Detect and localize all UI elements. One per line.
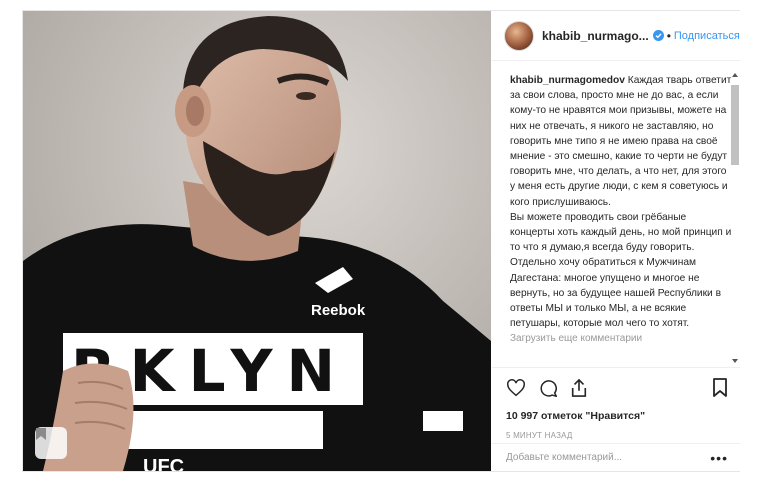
post-side-panel: khabib_nurmago... • Подписаться khabib_n… <box>492 11 740 471</box>
follow-button[interactable]: Подписаться <box>674 30 740 42</box>
heart-icon <box>507 379 525 397</box>
scroll-up-arrow-icon[interactable] <box>732 73 738 77</box>
caption-text-3: Отдельно хочу обратиться к Мужчинам Даге… <box>510 257 721 330</box>
avatar[interactable] <box>504 20 534 51</box>
caption-text-2: Вы можете проводить свои грёбаные концер… <box>510 211 732 254</box>
likes-count[interactable]: 10 997 отметок "Нравится" <box>506 410 728 422</box>
add-comment-bar: ••• <box>492 443 740 471</box>
load-more-comments-link[interactable]: Загрузить еще комментарии <box>510 333 724 344</box>
comment-button[interactable] <box>538 378 558 398</box>
post-caption: khabib_nurmagomedov Каждая тварь ответит… <box>510 73 732 331</box>
comment-icon <box>540 380 558 398</box>
post-timestamp[interactable]: 5 минут назад <box>506 431 728 440</box>
username-link[interactable]: khabib_nurmago... <box>542 29 649 43</box>
action-icons-row <box>506 376 728 400</box>
comments-area[interactable]: khabib_nurmagomedov Каждая тварь ответит… <box>492 62 740 366</box>
comment-input[interactable] <box>506 452 711 463</box>
post-photo[interactable]: Reebok RKLYN UFC <box>23 11 491 471</box>
header-separator: • <box>666 28 671 43</box>
comments-scrollbar[interactable] <box>730 73 740 363</box>
post-dialog: Reebok RKLYN UFC khabib_nurmago... • Под… <box>22 10 740 472</box>
post-header: khabib_nurmago... • Подписаться <box>492 11 740 61</box>
caption-username[interactable]: khabib_nurmagomedov <box>510 75 625 86</box>
shirt-ufc-text: UFC <box>143 456 184 471</box>
bookmark-icon <box>36 428 46 440</box>
share-button[interactable] <box>570 378 588 398</box>
caption-paragraph: khabib_nurmagomedov Каждая тварь ответит… <box>510 73 732 210</box>
share-icon <box>571 378 587 397</box>
bookmark-icon <box>713 378 727 397</box>
scroll-thumb[interactable] <box>731 85 739 165</box>
photo-illustration: Reebok RKLYN UFC <box>23 11 491 471</box>
shirt-brand-text: Reebok <box>311 302 366 319</box>
post-actions: 10 997 отметок "Нравится" 5 минут назад <box>492 367 740 440</box>
like-button[interactable] <box>506 379 526 397</box>
scroll-down-arrow-icon[interactable] <box>732 359 738 363</box>
more-options-button[interactable]: ••• <box>710 450 728 466</box>
verified-badge-icon <box>652 30 664 41</box>
save-button[interactable] <box>712 378 728 398</box>
caption-text-1: Каждая тварь ответит за свои слова, прос… <box>510 75 732 208</box>
photo-save-button[interactable] <box>35 427 67 459</box>
